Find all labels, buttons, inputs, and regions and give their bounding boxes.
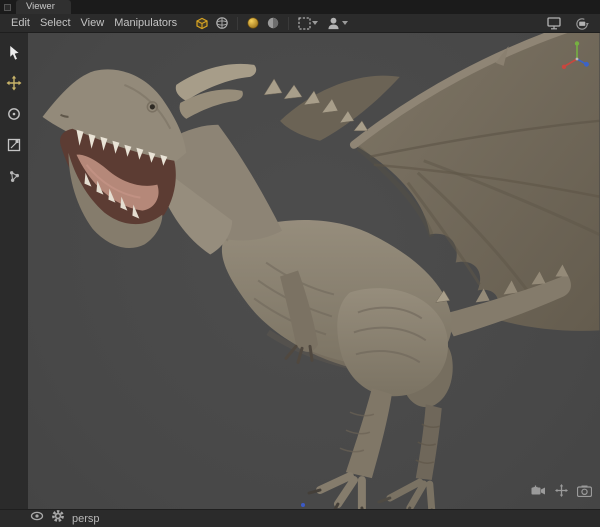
toolbar-separator bbox=[237, 17, 238, 30]
menubar-right-icons bbox=[544, 15, 594, 32]
camera-icon[interactable] bbox=[577, 484, 592, 502]
dragon-model[interactable] bbox=[28, 33, 600, 509]
textured-sphere-icon[interactable] bbox=[263, 15, 283, 32]
rotate-tool-icon[interactable] bbox=[3, 103, 25, 125]
globe-icon[interactable] bbox=[212, 15, 232, 32]
menu-select[interactable]: Select bbox=[35, 17, 76, 29]
shaded-cube-icon[interactable] bbox=[192, 15, 212, 32]
orbit-camera-icon[interactable] bbox=[572, 15, 592, 32]
tab-viewer-label: Viewer bbox=[26, 1, 55, 12]
light-sphere-icon[interactable] bbox=[243, 15, 263, 32]
menu-edit[interactable]: Edit bbox=[6, 17, 35, 29]
monitor-icon[interactable] bbox=[544, 15, 564, 32]
camera-name-label[interactable]: persp bbox=[72, 513, 100, 525]
viewer-window: Viewer Edit Select View Manipulators bbox=[0, 0, 600, 527]
menu-bar: Edit Select View Manipulators bbox=[0, 14, 600, 33]
gear-icon[interactable] bbox=[51, 509, 65, 527]
viewport-overlay-icons bbox=[531, 484, 592, 502]
joint-tool-icon[interactable] bbox=[3, 165, 25, 187]
chevron-down-icon bbox=[312, 21, 318, 25]
tab-bar: Viewer bbox=[0, 0, 600, 14]
left-toolbar bbox=[0, 33, 28, 509]
axis-gizmo[interactable] bbox=[559, 39, 595, 75]
chevron-down-icon bbox=[342, 21, 348, 25]
marquee-select-icon[interactable] bbox=[294, 15, 322, 32]
toolbar-separator bbox=[288, 17, 289, 30]
menu-view[interactable]: View bbox=[76, 17, 110, 29]
eye-icon[interactable] bbox=[30, 509, 44, 527]
status-bar: persp bbox=[0, 509, 600, 527]
camera-plus-icon[interactable] bbox=[531, 484, 546, 502]
translate-tool-icon[interactable] bbox=[3, 72, 25, 94]
main-area bbox=[0, 33, 600, 509]
head-camera-icon[interactable] bbox=[322, 15, 352, 32]
scale-tool-icon[interactable] bbox=[3, 134, 25, 156]
move-view-icon[interactable] bbox=[555, 484, 568, 502]
panel-grid-icon[interactable] bbox=[4, 4, 11, 11]
tab-viewer[interactable]: Viewer bbox=[16, 0, 71, 14]
menu-manipulators[interactable]: Manipulators bbox=[109, 17, 182, 29]
world-origin-dot bbox=[301, 503, 305, 507]
viewport[interactable] bbox=[28, 33, 600, 509]
select-arrow-icon[interactable] bbox=[3, 41, 25, 63]
